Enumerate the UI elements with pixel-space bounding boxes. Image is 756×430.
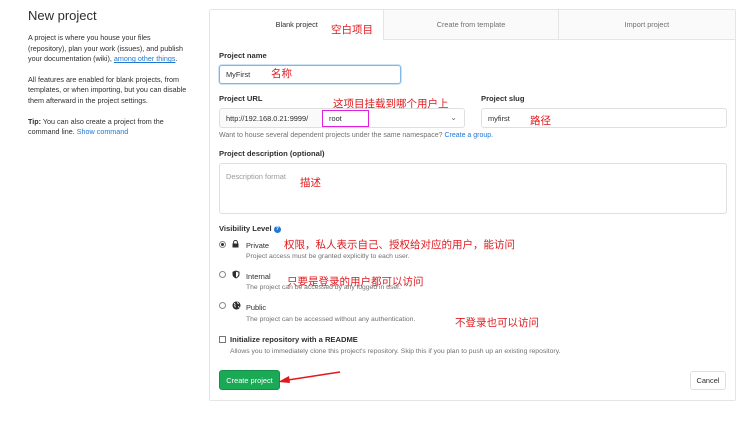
create-group-link[interactable]: Create a group. (444, 132, 493, 139)
project-description-textarea[interactable]: Description format (219, 163, 727, 214)
show-command-link[interactable]: Show command (77, 127, 129, 136)
page-title: New project (28, 8, 97, 23)
visibility-private-title: Private (246, 241, 270, 250)
visibility-internal-radio[interactable] (219, 271, 226, 278)
project-url-label: Project URL (219, 94, 263, 103)
visibility-public-radio[interactable] (219, 302, 226, 309)
visibility-private-radio[interactable] (219, 241, 226, 248)
visibility-private-desc: Project access must be granted explicitl… (246, 253, 410, 260)
annotation-arrow (278, 371, 341, 383)
project-slug-input[interactable]: myfirst (481, 108, 727, 128)
readme-label: Initialize repository with a README (230, 335, 358, 344)
annotation-user: 这项目挂载到哪个用户上 (333, 98, 449, 110)
annotation-blank: 空白项目 (331, 24, 373, 36)
features-text: All features are enabled for blank proje… (28, 74, 187, 105)
visibility-level-label: Visibility Level ? (219, 224, 281, 233)
project-url-prefix: http://192.168.0.21:9999/ (219, 108, 323, 128)
project-name-label: Project name (219, 51, 267, 60)
project-name-input[interactable]: MyFirst (219, 65, 401, 84)
annotation-desc: 描述 (300, 177, 321, 189)
tab-import-project[interactable]: Import project (557, 10, 736, 39)
readme-checkbox[interactable] (219, 336, 226, 343)
create-project-button[interactable]: Create project (219, 370, 280, 390)
visibility-public-title: Public (246, 303, 267, 312)
project-slug-label: Project slug (481, 94, 525, 103)
lock-icon (232, 240, 239, 248)
namespace-highlight-box (322, 110, 369, 127)
shield-icon (232, 270, 240, 279)
globe-icon (232, 301, 241, 310)
cancel-button[interactable]: Cancel (690, 371, 726, 390)
help-icon[interactable]: ? (273, 225, 281, 233)
visibility-internal-title: Internal (246, 272, 271, 281)
annotation-path: 路径 (530, 115, 551, 127)
annotation-private: 权限，私人表示自己、授权给对应的用户，能访问 (284, 239, 515, 251)
project-tabs: Blank project Create from template Impor… (210, 10, 736, 40)
project-description-label: Project description (optional) (219, 149, 325, 158)
intro-text: A project is where you house your files … (28, 33, 183, 64)
namespace-help: Want to house several dependent projects… (219, 132, 494, 139)
annotation-internal: 只要是登录的用户都可以访问 (287, 276, 424, 288)
visibility-public-desc: The project can be accessed without any … (246, 316, 416, 323)
tab-create-from-template[interactable]: Create from template (383, 10, 558, 39)
intro-panel: New project A project is where you house… (28, 8, 188, 138)
readme-desc: Allows you to immediately clone this pro… (230, 348, 561, 355)
chevron-down-icon: ⌄ (450, 113, 457, 122)
annotation-name: 名称 (271, 68, 292, 80)
tip-text: Tip: You can also create a project from … (28, 116, 164, 137)
annotation-public: 不登录也可以访问 (455, 317, 539, 329)
among-other-things-link[interactable]: among other things (114, 54, 176, 63)
